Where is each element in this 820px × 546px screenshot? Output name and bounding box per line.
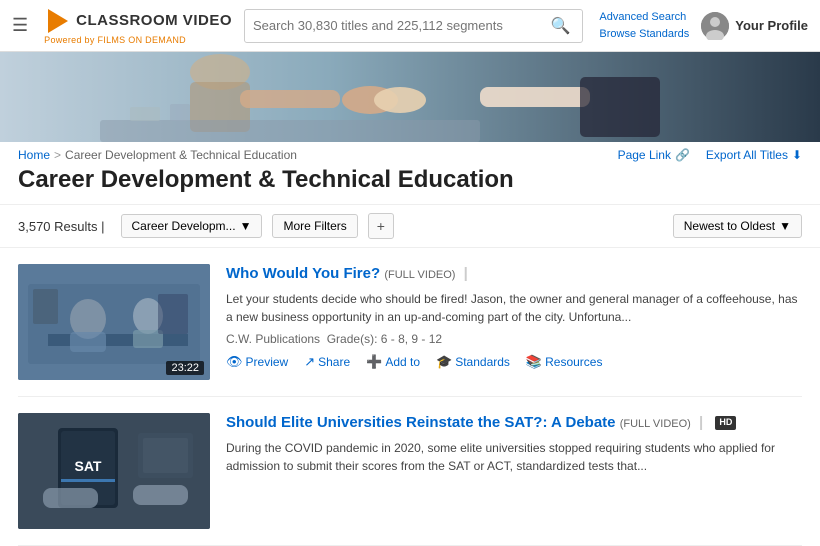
results-list: 23:22 Who Would You Fire? (FULL VIDEO) |… bbox=[0, 248, 820, 546]
breadcrumb: Home > Career Development & Technical Ed… bbox=[18, 148, 297, 162]
video-thumbnail[interactable]: SAT bbox=[18, 413, 210, 529]
result-title[interactable]: Who Would You Fire? (FULL VIDEO) | bbox=[226, 264, 802, 284]
browse-standards-link[interactable]: Browse Standards bbox=[599, 26, 689, 43]
result-content: Should Elite Universities Reinstate the … bbox=[226, 413, 802, 529]
more-filters-btn[interactable]: More Filters bbox=[272, 214, 357, 238]
breadcrumb-separator: > bbox=[54, 148, 61, 162]
add-filter-btn[interactable]: + bbox=[368, 213, 394, 239]
search-bar: 🔍 bbox=[244, 9, 583, 43]
share-icon: ↗ bbox=[304, 354, 315, 370]
avatar bbox=[701, 12, 729, 40]
chevron-down-icon: ▼ bbox=[240, 219, 252, 233]
search-input[interactable] bbox=[253, 18, 546, 33]
video-thumbnail[interactable]: 23:22 bbox=[18, 264, 210, 380]
add-to-action[interactable]: ➕ Add to bbox=[366, 354, 420, 370]
link-icon: 🔗 bbox=[675, 148, 690, 162]
logo-play-icon bbox=[44, 7, 72, 35]
svg-text:SAT: SAT bbox=[75, 458, 102, 474]
result-title[interactable]: Should Elite Universities Reinstate the … bbox=[226, 413, 802, 433]
page-title: Career Development & Technical Education bbox=[0, 162, 820, 204]
standards-action[interactable]: 🎓 Standards bbox=[436, 354, 510, 370]
hero-image bbox=[0, 52, 820, 142]
page-actions: Page Link 🔗 Export All Titles ⬇ bbox=[618, 148, 802, 162]
preview-action[interactable]: 👁 Preview bbox=[226, 354, 288, 370]
video-duration: 23:22 bbox=[166, 361, 204, 375]
sort-chevron-icon: ▼ bbox=[779, 219, 791, 233]
logo-text: CLASSROOM VIDEO bbox=[76, 13, 232, 28]
site-header: ☰ CLASSROOM VIDEO Powered by FILMS ON DE… bbox=[0, 0, 820, 52]
logo[interactable]: CLASSROOM VIDEO Powered by FILMS ON DEMA… bbox=[44, 7, 232, 45]
header-links: Advanced Search Browse Standards bbox=[599, 9, 689, 42]
page-link-btn[interactable]: Page Link 🔗 bbox=[618, 148, 690, 162]
result-actions: 👁 Preview ↗ Share ➕ Add to 🎓 Standards 📚 bbox=[226, 354, 802, 370]
resources-icon: 📚 bbox=[526, 354, 542, 370]
table-row: 23:22 Who Would You Fire? (FULL VIDEO) |… bbox=[18, 248, 802, 397]
active-filter-btn[interactable]: Career Developm... ▼ bbox=[121, 214, 263, 238]
result-meta: C.W. Publications Grade(s): 6 - 8, 9 - 1… bbox=[226, 332, 802, 346]
filter-bar: 3,570 Results | Career Developm... ▼ Mor… bbox=[0, 204, 820, 248]
sort-btn[interactable]: Newest to Oldest ▼ bbox=[673, 214, 802, 238]
result-content: Who Would You Fire? (FULL VIDEO) | Let y… bbox=[226, 264, 802, 380]
add-icon: ➕ bbox=[366, 354, 382, 370]
search-button[interactable]: 🔍 bbox=[546, 16, 574, 36]
share-action[interactable]: ↗ Share bbox=[304, 354, 350, 370]
resources-action[interactable]: 📚 Resources bbox=[526, 354, 603, 370]
preview-icon: 👁 bbox=[226, 354, 243, 370]
hd-badge: HD bbox=[715, 416, 736, 430]
logo-subtext: Powered by FILMS ON DEMAND bbox=[44, 36, 186, 45]
result-description: Let your students decide who should be f… bbox=[226, 290, 802, 326]
results-count: 3,570 Results | bbox=[18, 219, 105, 234]
result-description: During the COVID pandemic in 2020, some … bbox=[226, 439, 802, 475]
breadcrumb-current: Career Development & Technical Education bbox=[65, 148, 297, 162]
export-all-btn[interactable]: Export All Titles ⬇ bbox=[706, 148, 802, 162]
hero-banner bbox=[0, 52, 820, 142]
advanced-search-link[interactable]: Advanced Search bbox=[599, 9, 689, 26]
standards-icon: 🎓 bbox=[436, 354, 452, 370]
table-row: SAT Should Elite Universities Reinstate … bbox=[18, 397, 802, 546]
breadcrumb-home[interactable]: Home bbox=[18, 148, 50, 162]
user-profile-area[interactable]: Your Profile bbox=[701, 12, 808, 40]
download-icon: ⬇ bbox=[792, 148, 802, 162]
user-name: Your Profile bbox=[735, 18, 808, 33]
menu-icon[interactable]: ☰ bbox=[12, 15, 28, 36]
